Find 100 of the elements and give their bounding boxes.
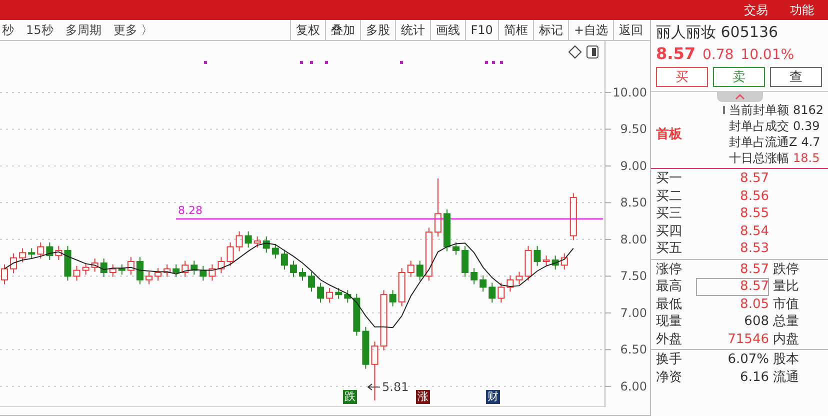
period-option[interactable]: 多周期: [65, 22, 102, 38]
stat-value: 8.05: [739, 296, 769, 313]
candle: [398, 268, 406, 307]
candle: [64, 246, 72, 282]
candle: [308, 271, 316, 292]
stat-label: 股本: [772, 351, 799, 368]
candle: [37, 242, 44, 260]
candle: [218, 256, 225, 274]
top-menu-item[interactable]: 交易: [744, 2, 768, 18]
candle: [55, 246, 62, 260]
stat-label: 内盘: [772, 330, 799, 348]
candle: [552, 255, 559, 270]
candle: [244, 230, 252, 248]
board-label: 当前封单额: [729, 102, 789, 118]
candle: [226, 242, 234, 266]
candle: [380, 290, 388, 351]
stat-label: 现量: [655, 313, 683, 330]
change-percent: 10.01%: [740, 47, 794, 63]
candle: [498, 282, 505, 304]
y-axis-label: 10.00: [612, 85, 647, 100]
bid-price: 8.54: [739, 222, 769, 240]
period-option[interactable]: 15秒: [26, 22, 54, 38]
trade-button[interactable]: 买: [656, 67, 708, 87]
stat-label: 净资: [655, 368, 683, 386]
arrow-icon: [367, 384, 380, 390]
candle: [172, 264, 180, 278]
candle: [560, 252, 568, 270]
candle: [1, 264, 8, 285]
candle: [443, 208, 450, 252]
stat-value: 71546: [726, 330, 769, 348]
candle: [28, 248, 36, 260]
candle: [524, 246, 532, 282]
period-option[interactable]: 秒: [2, 22, 14, 38]
candle: [190, 260, 198, 276]
period-option[interactable]: 更多 〉: [113, 22, 154, 38]
stat-label: 量比: [772, 278, 799, 296]
collapse-tab[interactable]: [716, 92, 762, 102]
board-value: 0.39: [793, 118, 820, 134]
board-value: 18.5: [793, 150, 820, 166]
stat-value: 8.57: [739, 260, 769, 278]
candle: [127, 256, 134, 276]
panel-toggle-icon[interactable]: [586, 46, 598, 58]
stat-label: 涨停: [655, 260, 683, 278]
candle: [317, 282, 324, 304]
candle: [290, 260, 297, 278]
candle: [534, 246, 541, 266]
bid-price: 8.56: [739, 188, 769, 205]
candle: [91, 258, 98, 272]
event-marker[interactable]: 涨: [416, 390, 430, 404]
candle: [182, 260, 189, 278]
stat-value: 8.57: [696, 278, 769, 296]
y-axis-label: 8.50: [620, 196, 647, 210]
trade-button[interactable]: 卖: [713, 67, 765, 87]
candle: [46, 242, 54, 260]
candle: [208, 264, 216, 282]
stat-label: 外盘: [655, 330, 683, 348]
stat-value: 6.07%: [726, 351, 769, 368]
candle: [371, 341, 378, 401]
bid-level-label: 买五: [655, 240, 683, 258]
candle: [82, 262, 90, 276]
candle: [280, 249, 288, 270]
stat-label: 最高: [655, 278, 683, 296]
candle: [480, 274, 487, 292]
candle: [516, 271, 523, 285]
price-change: 0.78: [702, 47, 734, 63]
board-value: 8162: [793, 102, 824, 118]
last-price: 8.57: [656, 44, 696, 63]
candle: [570, 192, 577, 241]
stat-label: 市值: [772, 296, 799, 313]
bid-level-label: 买三: [655, 205, 683, 222]
low-price-label: 5.81: [382, 380, 409, 394]
candle: [136, 256, 144, 285]
event-marker[interactable]: 财: [486, 390, 500, 404]
board-tag: 首板: [656, 125, 729, 143]
candle: [452, 242, 460, 256]
stat-label: 总量: [772, 313, 799, 330]
diamond-icon[interactable]: [568, 45, 582, 59]
candle: [506, 274, 514, 292]
y-axis-label: 6.50: [620, 342, 647, 357]
bid-price: 8.57: [739, 170, 769, 188]
candle: [362, 326, 370, 370]
candle: [254, 236, 261, 248]
candle: [146, 271, 152, 285]
candle: [118, 264, 126, 276]
candle: [109, 264, 116, 278]
candle: [73, 265, 80, 282]
candle: [272, 243, 279, 260]
candle: [299, 268, 306, 282]
board-label: 十日总涨幅: [729, 150, 789, 166]
trade-button[interactable]: 查: [770, 67, 822, 87]
bid-price: 8.55: [739, 205, 769, 222]
y-axis-label: 7.50: [620, 269, 647, 284]
board-value: 4.7: [801, 134, 820, 150]
candle: [326, 287, 334, 304]
candle: [154, 268, 162, 282]
y-axis-label: 7.00: [620, 306, 647, 320]
candle: [344, 290, 352, 304]
event-marker[interactable]: 跌: [343, 390, 357, 404]
top-menu-item[interactable]: 功能: [790, 2, 814, 18]
candle: [488, 282, 496, 304]
